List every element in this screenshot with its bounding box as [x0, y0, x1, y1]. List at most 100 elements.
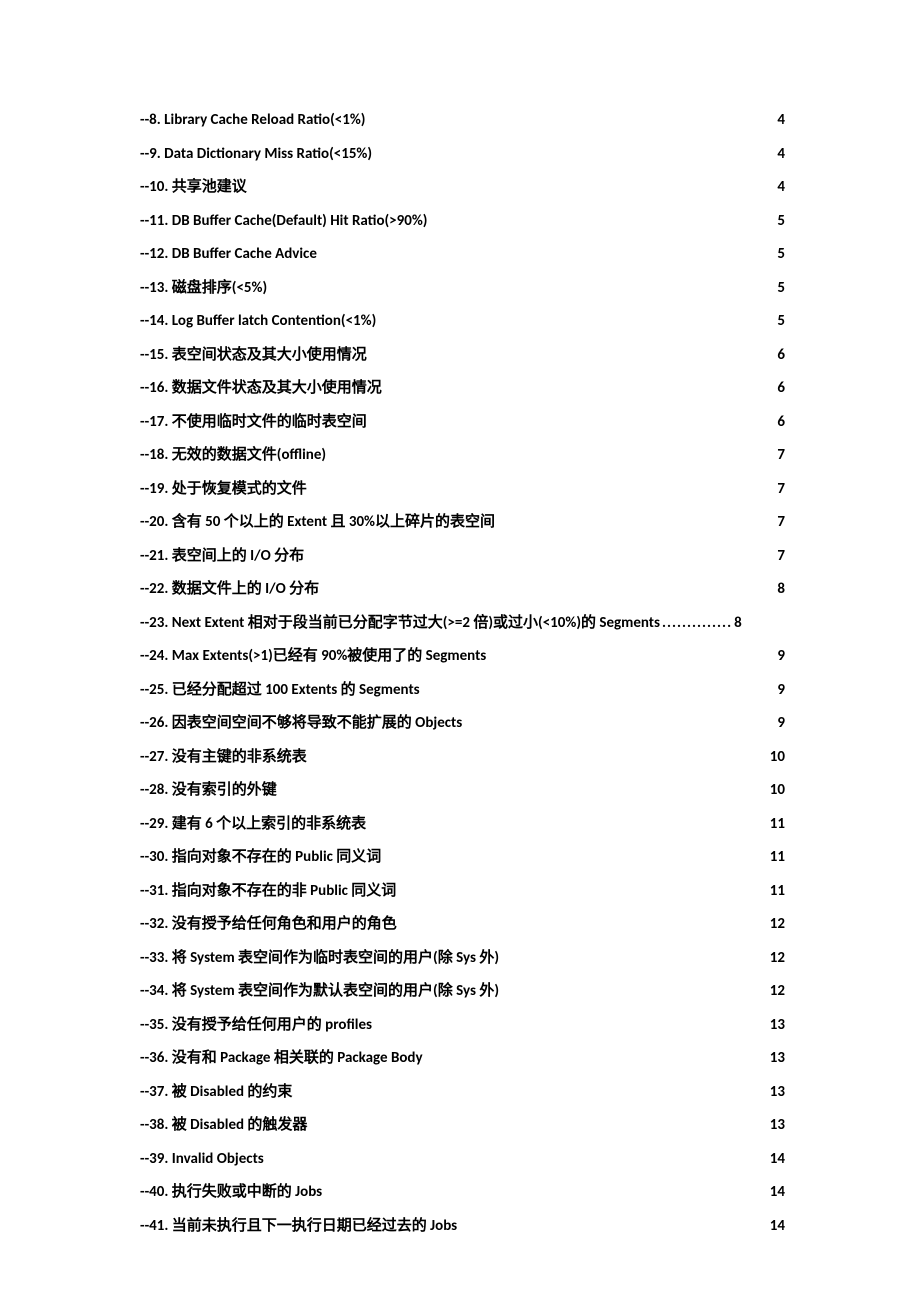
toc-page-number: 11: [770, 814, 785, 835]
toc-page-number: 5: [777, 244, 785, 265]
toc-entry[interactable]: --38. 被 Disabled 的触发器 13: [140, 1115, 785, 1136]
toc-label: --31. 指向对象不存在的非 Public 同义词: [140, 881, 396, 902]
toc-label: --39. Invalid Objects: [140, 1149, 264, 1170]
toc-entry[interactable]: --34. 将 System 表空间作为默认表空间的用户(除 Sys 外) 12: [140, 981, 785, 1002]
toc-page-number: 8: [734, 613, 742, 634]
toc-entry[interactable]: --31. 指向对象不存在的非 Public 同义词 11: [140, 881, 785, 902]
toc-label: --21. 表空间上的 I/O 分布: [140, 546, 304, 567]
toc-label: --12. DB Buffer Cache Advice: [140, 244, 317, 265]
toc-entry[interactable]: --30. 指向对象不存在的 Public 同义词 11: [140, 847, 785, 868]
toc-entry[interactable]: --9. Data Dictionary Miss Ratio(<15%) 4: [140, 144, 785, 165]
toc-label: --11. DB Buffer Cache(Default) Hit Ratio…: [140, 211, 427, 232]
toc-label: --34. 将 System 表空间作为默认表空间的用户(除 Sys 外): [140, 981, 499, 1002]
toc-entry[interactable]: --25. 已经分配超过 100 Extents 的 Segments 9: [140, 680, 785, 701]
toc-entry[interactable]: --32. 没有授予给任何角色和用户的角色 12: [140, 914, 785, 935]
toc-page-number: 13: [770, 1082, 785, 1103]
toc-page-number: 5: [777, 211, 785, 232]
toc-entry[interactable]: --35. 没有授予给任何用户的 profiles 13: [140, 1015, 785, 1036]
toc-entry[interactable]: --8. Library Cache Reload Ratio(<1%) 4: [140, 110, 785, 131]
toc-label: --8. Library Cache Reload Ratio(<1%): [140, 110, 365, 131]
toc-page-number: 7: [777, 479, 785, 500]
toc-label: --10. 共享池建议: [140, 177, 247, 198]
toc-page-number: 7: [777, 546, 785, 567]
toc-label: --14. Log Buffer latch Contention(<1%): [140, 311, 376, 332]
toc-page-number: 7: [777, 512, 785, 533]
toc-page-number: 14: [770, 1216, 785, 1237]
toc-page-number: 4: [777, 177, 785, 198]
toc-entry[interactable]: --17. 不使用临时文件的临时表空间 6: [140, 412, 785, 433]
toc-label: --23. Next Extent 相对于段当前已分配字节过大(>=2 倍)或过…: [140, 613, 660, 634]
toc-page-number: 12: [770, 981, 785, 1002]
toc-page-number: 4: [777, 144, 785, 165]
toc-entry[interactable]: --21. 表空间上的 I/O 分布 7: [140, 546, 785, 567]
toc-entry[interactable]: --18. 无效的数据文件(offline) 7: [140, 445, 785, 466]
toc-label: --41. 当前未执行且下一执行日期已经过去的 Jobs: [140, 1216, 457, 1237]
toc-page-number: 9: [777, 680, 785, 701]
toc-entry[interactable]: --33. 将 System 表空间作为临时表空间的用户(除 Sys 外)12: [140, 948, 785, 969]
toc-entry[interactable]: --19. 处于恢复模式的文件 7: [140, 479, 785, 500]
toc-page-number: 12: [770, 914, 785, 935]
toc-page-number: 4: [777, 110, 785, 131]
toc-label: --18. 无效的数据文件(offline): [140, 445, 326, 466]
toc-entry[interactable]: --22. 数据文件上的 I/O 分布 8: [140, 579, 785, 600]
toc-entry[interactable]: --37. 被 Disabled 的约束 13: [140, 1082, 785, 1103]
toc-entry[interactable]: --40. 执行失败或中断的 Jobs14: [140, 1182, 785, 1203]
toc-label: --13. 磁盘排序(<5%): [140, 278, 267, 299]
toc-leader: [662, 613, 732, 634]
toc-label: --25. 已经分配超过 100 Extents 的 Segments: [140, 680, 420, 701]
toc-label: --40. 执行失败或中断的 Jobs: [140, 1182, 322, 1203]
toc-entry[interactable]: --12. DB Buffer Cache Advice 5: [140, 244, 785, 265]
toc-page-number: 9: [777, 646, 785, 667]
toc-page-number: 6: [777, 378, 785, 399]
toc-label: --30. 指向对象不存在的 Public 同义词: [140, 847, 381, 868]
toc-page-number: 6: [777, 345, 785, 366]
toc-entry[interactable]: --24. Max Extents(>1)已经有 90%被使用了的 Segmen…: [140, 646, 785, 667]
toc-label: --26. 因表空间空间不够将导致不能扩展的 Objects: [140, 713, 462, 734]
toc-label: --24. Max Extents(>1)已经有 90%被使用了的 Segmen…: [140, 646, 486, 667]
toc-label: --27. 没有主键的非系统表: [140, 747, 307, 768]
table-of-contents: --8. Library Cache Reload Ratio(<1%)4--9…: [140, 110, 785, 1237]
toc-label: --15. 表空间状态及其大小使用情况: [140, 345, 367, 366]
toc-page-number: 5: [777, 311, 785, 332]
toc-entry[interactable]: --39. Invalid Objects 14: [140, 1149, 785, 1170]
toc-page-number: 11: [770, 847, 785, 868]
toc-entry[interactable]: --16. 数据文件状态及其大小使用情况 6: [140, 378, 785, 399]
toc-label: --33. 将 System 表空间作为临时表空间的用户(除 Sys 外): [140, 948, 499, 969]
toc-page-number: 5: [777, 278, 785, 299]
toc-entry[interactable]: --36. 没有和 Package 相关联的 Package Body 13: [140, 1048, 785, 1069]
toc-entry[interactable]: --15. 表空间状态及其大小使用情况 6: [140, 345, 785, 366]
toc-label: --28. 没有索引的外键: [140, 780, 277, 801]
toc-page-number: 8: [777, 579, 785, 600]
toc-label: --22. 数据文件上的 I/O 分布: [140, 579, 319, 600]
toc-page-number: 9: [777, 713, 785, 734]
toc-label: --19. 处于恢复模式的文件: [140, 479, 307, 500]
toc-page-number: 7: [777, 445, 785, 466]
toc-label: --29. 建有 6 个以上索引的非系统表: [140, 814, 366, 835]
toc-entry[interactable]: --41. 当前未执行且下一执行日期已经过去的 Jobs 14: [140, 1216, 785, 1237]
toc-entry[interactable]: --14. Log Buffer latch Contention(<1%) 5: [140, 311, 785, 332]
toc-entry[interactable]: --29. 建有 6 个以上索引的非系统表 11: [140, 814, 785, 835]
toc-entry[interactable]: --10. 共享池建议 4: [140, 177, 785, 198]
toc-label: --36. 没有和 Package 相关联的 Package Body: [140, 1048, 423, 1069]
toc-label: --38. 被 Disabled 的触发器: [140, 1115, 307, 1136]
toc-entry[interactable]: --23. Next Extent 相对于段当前已分配字节过大(>=2 倍)或过…: [140, 613, 785, 634]
toc-entry[interactable]: --20. 含有 50 个以上的 Extent 且 30%以上碎片的表空间7: [140, 512, 785, 533]
toc-entry[interactable]: --13. 磁盘排序(<5%) 5: [140, 278, 785, 299]
toc-entry[interactable]: --27. 没有主键的非系统表 10: [140, 747, 785, 768]
toc-label: --17. 不使用临时文件的临时表空间: [140, 412, 367, 433]
toc-label: --16. 数据文件状态及其大小使用情况: [140, 378, 382, 399]
toc-label: --32. 没有授予给任何角色和用户的角色: [140, 914, 397, 935]
toc-page-number: 13: [770, 1115, 785, 1136]
toc-entry[interactable]: --11. DB Buffer Cache(Default) Hit Ratio…: [140, 211, 785, 232]
toc-label: --9. Data Dictionary Miss Ratio(<15%): [140, 144, 372, 165]
toc-page-number: 14: [770, 1149, 785, 1170]
toc-page-number: 13: [770, 1015, 785, 1036]
toc-entry[interactable]: --26. 因表空间空间不够将导致不能扩展的 Objects 9: [140, 713, 785, 734]
toc-page-number: 6: [777, 412, 785, 433]
toc-page-number: 11: [770, 881, 785, 902]
toc-label: --37. 被 Disabled 的约束: [140, 1082, 292, 1103]
toc-entry[interactable]: --28. 没有索引的外键10: [140, 780, 785, 801]
toc-label: --35. 没有授予给任何用户的 profiles: [140, 1015, 372, 1036]
toc-page-number: 10: [770, 747, 785, 768]
toc-page-number: 13: [770, 1048, 785, 1069]
